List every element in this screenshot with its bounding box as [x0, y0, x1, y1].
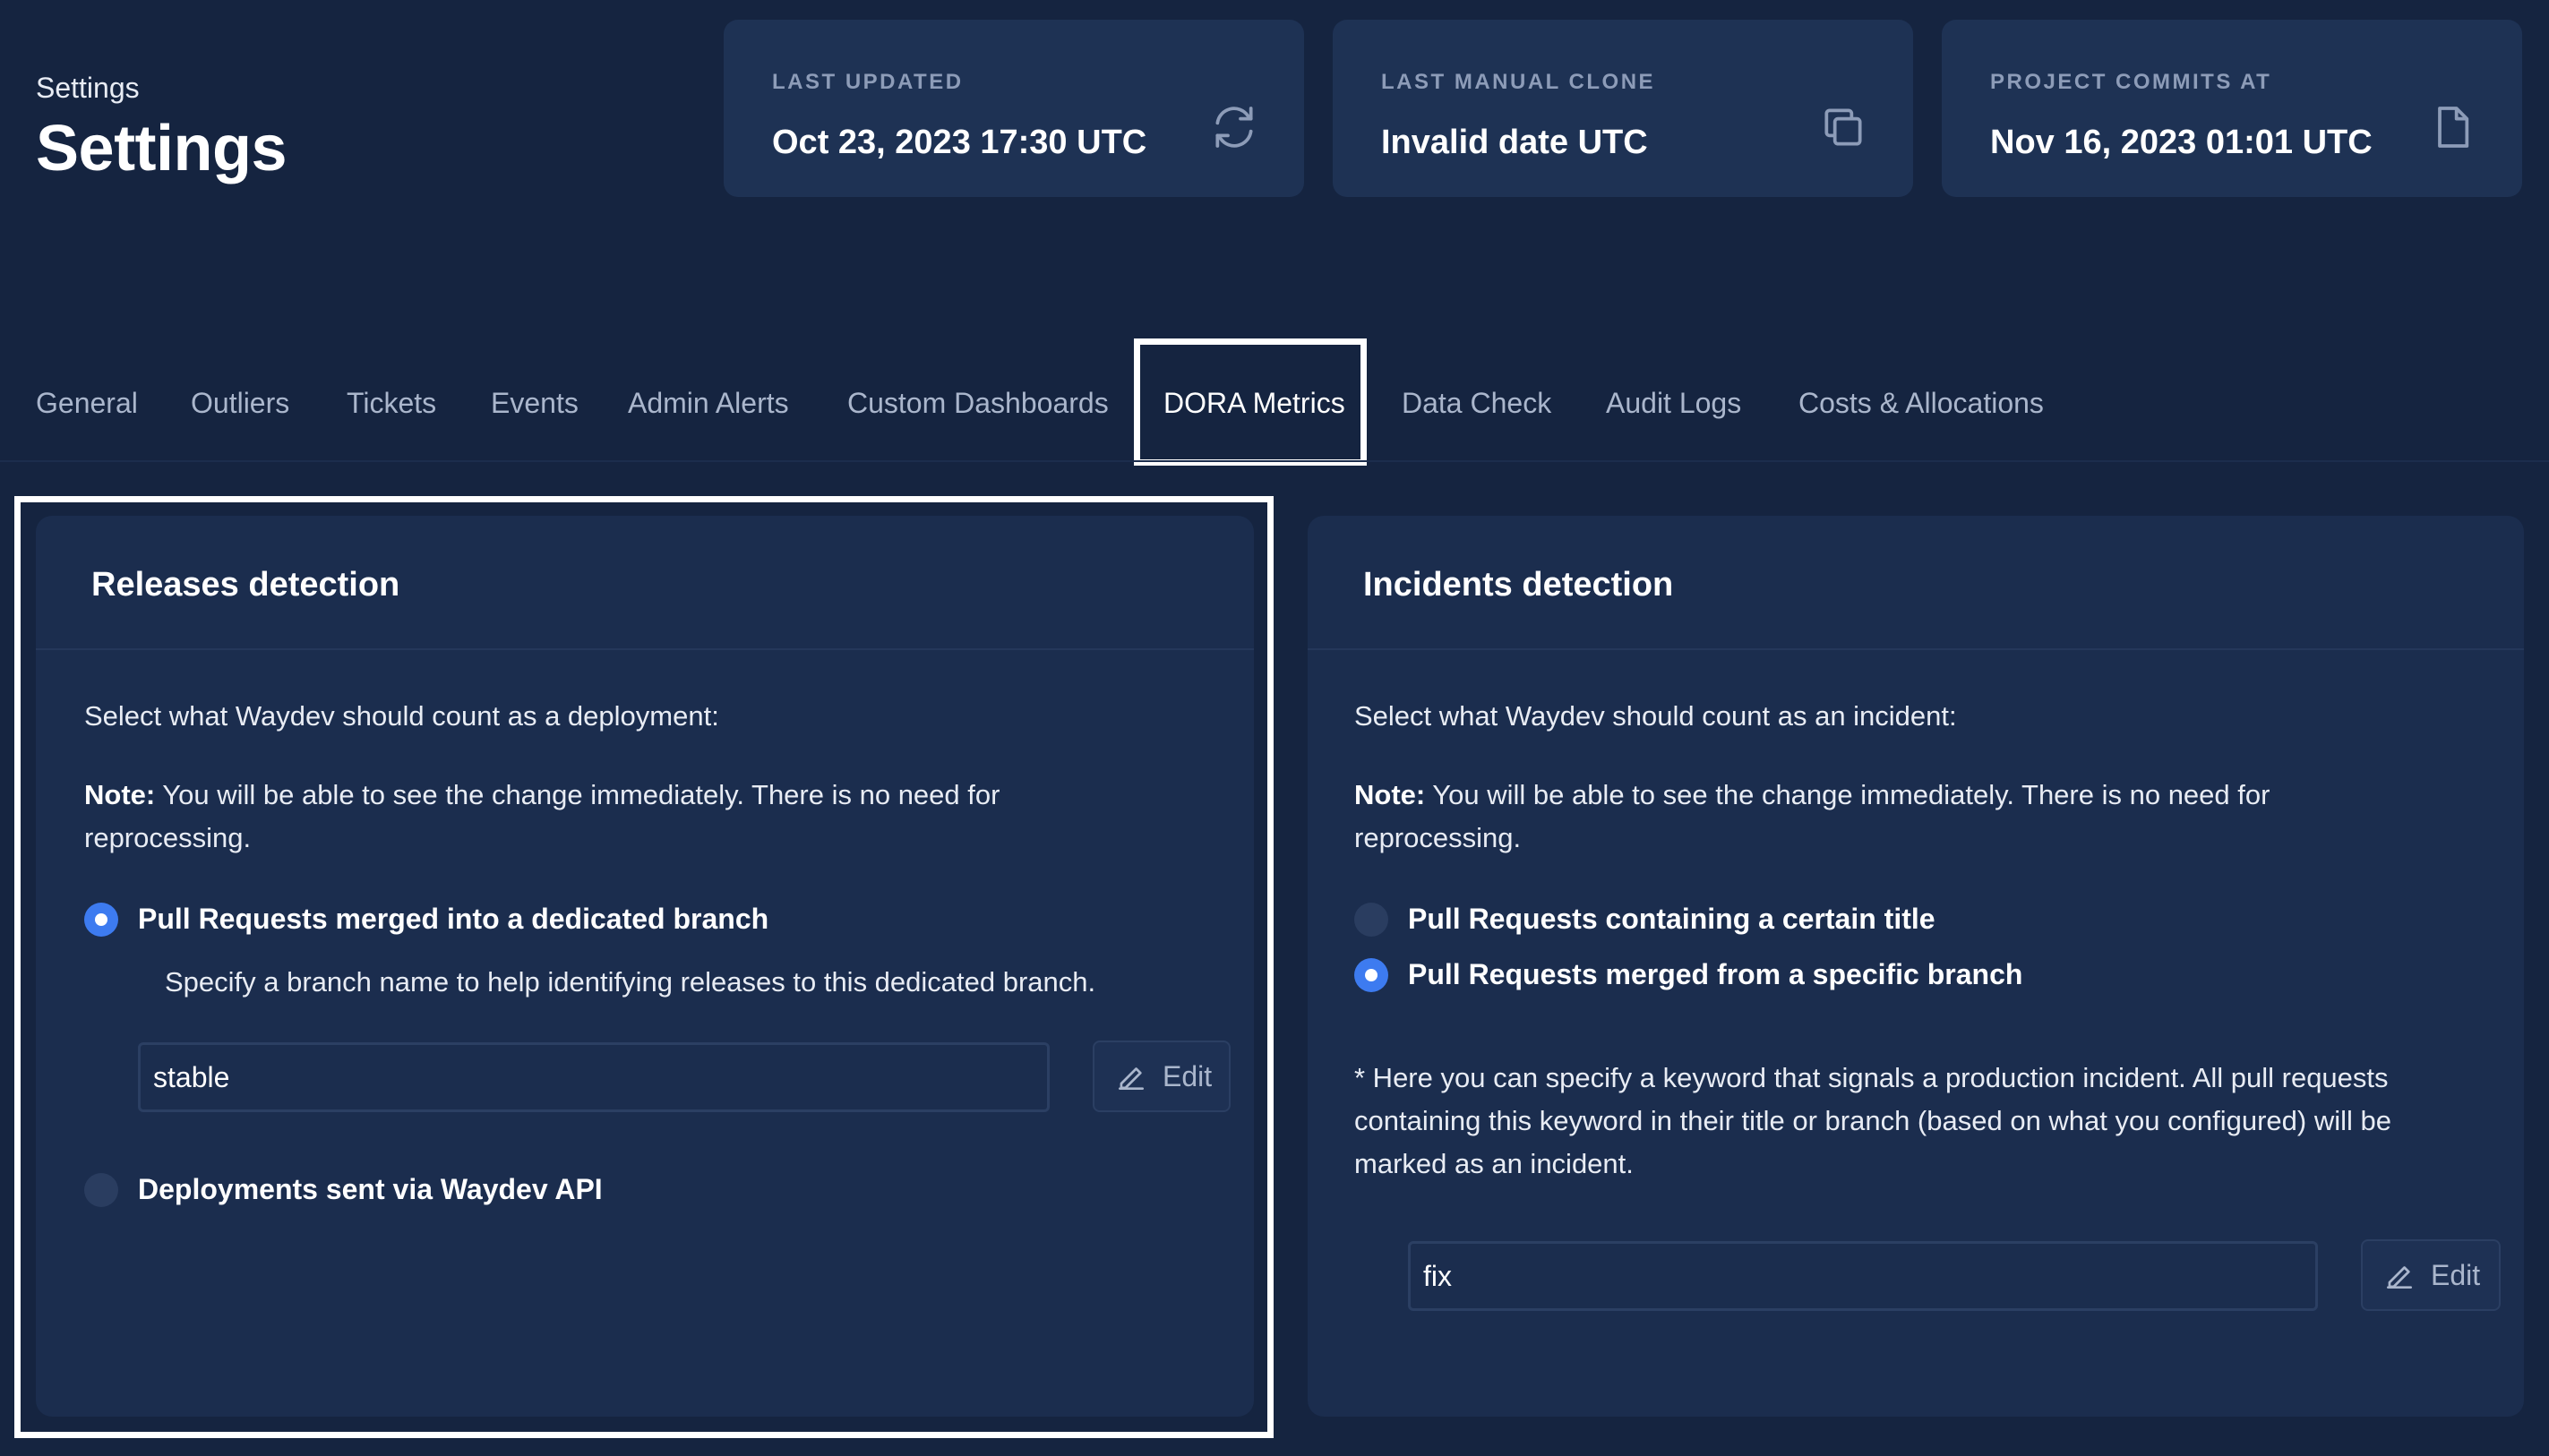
stat-card-last-manual-clone: LAST MANUAL CLONE Invalid date UTC — [1333, 20, 1913, 197]
tab-data-check[interactable]: Data Check — [1402, 376, 1551, 430]
file-icon[interactable] — [2427, 102, 2477, 152]
tabs-divider — [0, 460, 2549, 462]
pencil-icon — [2386, 1266, 2413, 1289]
active-tab-highlight — [1134, 338, 1367, 466]
stat-label: PROJECT COMMITS AT — [1990, 70, 2272, 94]
page-title: Settings — [36, 113, 288, 184]
incidents-detection-panel: Incidents detection Select what Waydev s… — [1308, 516, 2524, 1417]
radio-label-specific-branch[interactable]: Pull Requests merged from a specific bra… — [1408, 956, 2022, 992]
incidents-note: Note: You will be able to see the change… — [1354, 774, 2429, 860]
panel-title: Incidents detection — [1363, 566, 1674, 604]
stat-value: Oct 23, 2023 17:30 UTC — [772, 124, 1147, 161]
edit-label: Edit — [2431, 1259, 2481, 1291]
stat-value: Nov 16, 2023 01:01 UTC — [1990, 124, 2373, 161]
page-header: Settings Settings — [36, 72, 288, 184]
note-label: Note: — [1354, 779, 1426, 810]
keyword-help-text: * Here you can specify a keyword that si… — [1354, 1062, 2391, 1179]
tab-outliers[interactable]: Outliers — [191, 376, 289, 430]
tab-costs-allocations[interactable]: Costs & Allocations — [1798, 376, 2044, 430]
tab-events[interactable]: Events — [491, 376, 579, 430]
panel-divider — [1308, 648, 2524, 650]
note-text: You will be able to see the change immed… — [1354, 779, 2270, 853]
stat-value: Invalid date UTC — [1381, 124, 1648, 161]
stat-label: LAST UPDATED — [772, 70, 964, 94]
tab-admin-alerts[interactable]: Admin Alerts — [628, 376, 789, 430]
tab-general[interactable]: General — [36, 376, 138, 430]
stat-card-last-updated: LAST UPDATED Oct 23, 2023 17:30 UTC — [724, 20, 1304, 197]
tab-audit-logs[interactable]: Audit Logs — [1606, 376, 1741, 430]
radio-certain-title[interactable] — [1354, 903, 1388, 937]
edit-keyword-button[interactable]: Edit — [2361, 1239, 2501, 1311]
radio-specific-branch[interactable] — [1354, 958, 1388, 992]
tab-tickets[interactable]: Tickets — [347, 376, 436, 430]
releases-panel-highlight — [14, 496, 1274, 1438]
incident-keyword-input[interactable]: fix — [1408, 1241, 2318, 1311]
stat-card-project-commits: PROJECT COMMITS AT Nov 16, 2023 01:01 UT… — [1942, 20, 2522, 197]
copy-icon[interactable] — [1818, 102, 1868, 152]
tab-custom-dashboards[interactable]: Custom Dashboards — [847, 376, 1109, 430]
radio-label-certain-title[interactable]: Pull Requests containing a certain title — [1408, 901, 1935, 937]
incidents-prompt: Select what Waydev should count as an in… — [1354, 700, 1957, 732]
breadcrumb: Settings — [36, 72, 140, 104]
refresh-icon[interactable] — [1209, 102, 1259, 152]
stat-label: LAST MANUAL CLONE — [1381, 70, 1656, 94]
